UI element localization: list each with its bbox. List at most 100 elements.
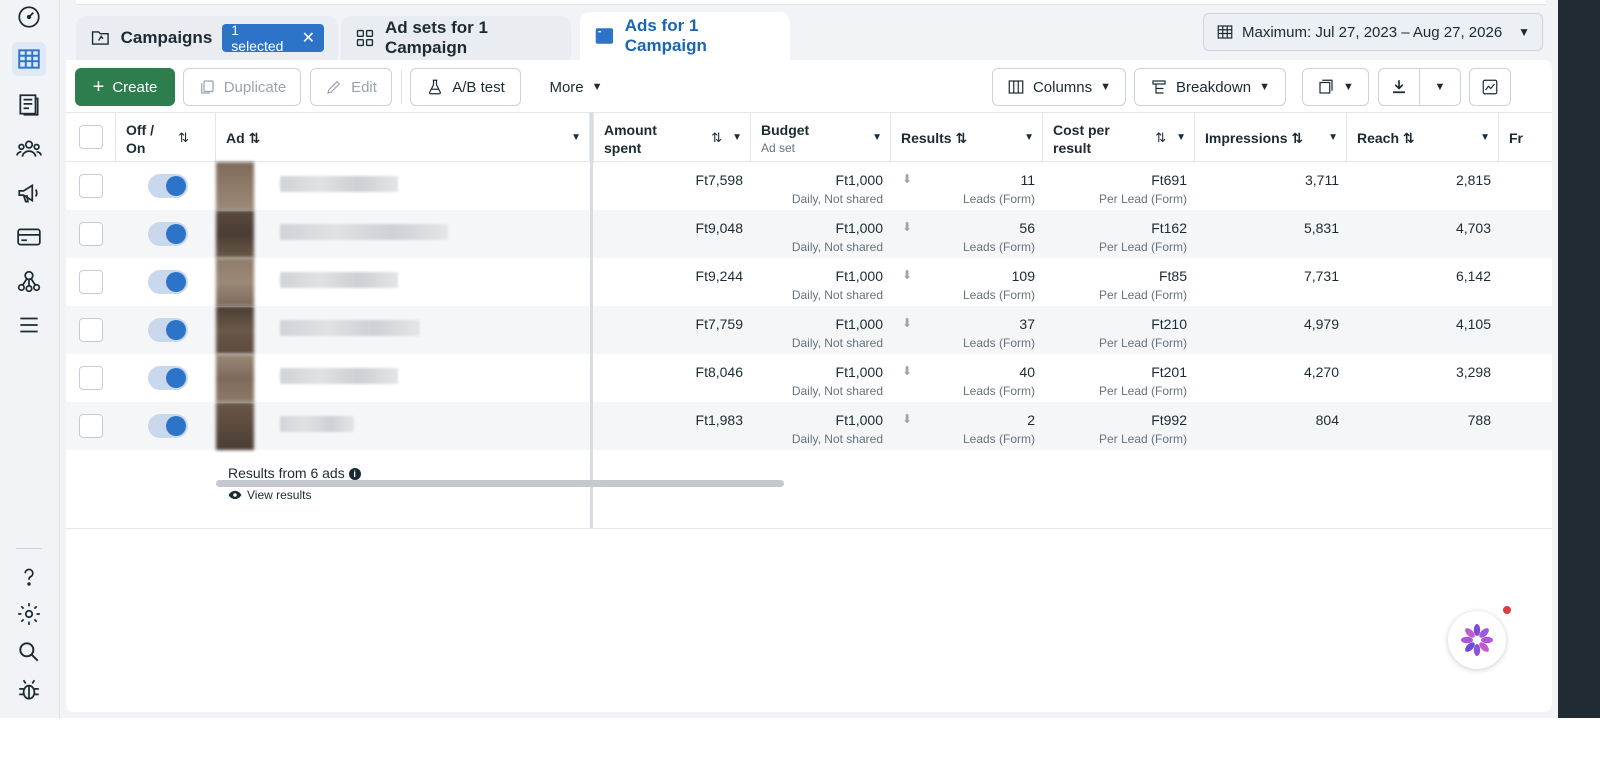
- column-header-cost-per-result[interactable]: Cost per result ⇅ ▼: [1043, 113, 1195, 163]
- reach-cell: 4,703: [1347, 210, 1491, 258]
- tab-adsets[interactable]: Ad sets for 1 Campaign: [341, 16, 571, 60]
- edit-button[interactable]: Edit: [310, 68, 392, 106]
- row-checkbox[interactable]: [79, 414, 103, 438]
- reports-dropdown-button[interactable]: ▼: [1302, 68, 1369, 106]
- row-checkbox[interactable]: [79, 174, 103, 198]
- sort-arrows-icon[interactable]: ⇅: [955, 130, 967, 146]
- dashboard-gauge-icon[interactable]: [12, 0, 46, 34]
- sort-arrows-icon[interactable]: ⇅: [711, 129, 722, 147]
- clear-selection-close-icon[interactable]: ✕: [302, 28, 315, 48]
- download-leads-icon[interactable]: ⬇: [902, 316, 912, 330]
- ad-name-redacted[interactable]: [280, 176, 398, 192]
- ad-name-redacted[interactable]: [280, 272, 398, 288]
- column-header-amount-spent[interactable]: Amount spent ⇅ ▼: [593, 113, 751, 163]
- column-header-impressions[interactable]: Impressions ⇅ ▼: [1195, 113, 1347, 163]
- chevron-down-icon[interactable]: ▼: [1480, 129, 1490, 147]
- info-icon[interactable]: i: [348, 468, 361, 480]
- ad-name-redacted[interactable]: [280, 368, 398, 384]
- ad-name-redacted[interactable]: [280, 224, 448, 240]
- sort-arrows-icon[interactable]: ⇅: [1403, 130, 1415, 146]
- ad-status-toggle[interactable]: [148, 174, 188, 198]
- row-checkbox[interactable]: [79, 366, 103, 390]
- ad-thumbnail[interactable]: [216, 402, 254, 450]
- chevron-down-icon[interactable]: ▼: [1420, 81, 1460, 93]
- sort-arrows-icon[interactable]: ⇅: [1155, 129, 1166, 147]
- column-header-ad[interactable]: Ad ⇅ ▼: [216, 113, 590, 163]
- download-icon[interactable]: [1379, 69, 1420, 105]
- frozen-column-divider[interactable]: [590, 112, 593, 528]
- tab-ads-label: Ads for 1 Campaign: [624, 16, 707, 55]
- ad-thumbnail[interactable]: [216, 306, 254, 354]
- ab-test-button[interactable]: A/B test: [410, 68, 521, 106]
- chevron-down-icon[interactable]: ▼: [1024, 129, 1034, 147]
- audiences-people-icon[interactable]: [12, 132, 46, 166]
- columns-button[interactable]: Columns ▼: [992, 68, 1126, 106]
- sort-arrows-icon[interactable]: ⇅: [178, 129, 189, 147]
- budget-type: Daily, Not shared: [791, 240, 883, 254]
- download-leads-icon[interactable]: ⬇: [902, 268, 912, 282]
- chevron-down-icon[interactable]: ▼: [1328, 129, 1338, 147]
- export-split-button[interactable]: ▼: [1378, 68, 1461, 106]
- select-all-checkbox[interactable]: [79, 125, 103, 149]
- sort-arrows-icon[interactable]: ⇅: [249, 130, 261, 146]
- download-leads-icon[interactable]: ⬇: [902, 220, 912, 234]
- ads-manager-table-icon[interactable]: [12, 42, 46, 76]
- tab-ads[interactable]: Ads for 1 Campaign: [580, 12, 790, 60]
- duplicate-button[interactable]: Duplicate: [183, 68, 301, 106]
- table-row[interactable]: Ft7,598 Ft1,000 Daily, Not shared 11 Leads (…: [66, 162, 1552, 210]
- ad-thumbnail[interactable]: [216, 162, 254, 210]
- column-header-truncated[interactable]: Fr: [1499, 113, 1552, 163]
- table-row[interactable]: Ft9,244 Ft1,000 Daily, Not shared 109 Leads …: [66, 258, 1552, 306]
- help-question-icon[interactable]: [12, 560, 46, 594]
- ad-name-redacted[interactable]: [280, 416, 354, 432]
- column-header-budget[interactable]: Budget Ad set ▼: [751, 113, 891, 163]
- chevron-down-icon[interactable]: ▼: [571, 129, 581, 147]
- chevron-down-icon[interactable]: ▼: [732, 129, 742, 147]
- charts-button[interactable]: [1469, 68, 1511, 106]
- search-icon[interactable]: [12, 635, 46, 669]
- column-header-reach[interactable]: Reach ⇅ ▼: [1347, 113, 1499, 163]
- download-leads-icon[interactable]: ⬇: [902, 172, 912, 186]
- more-menu-button[interactable]: More ▼: [534, 68, 618, 106]
- table-row[interactable]: Ft7,759 Ft1,000 Daily, Not shared 37 Leads (…: [66, 306, 1552, 354]
- row-checkbox[interactable]: [79, 318, 103, 342]
- business-network-icon[interactable]: [12, 264, 46, 298]
- ad-status-toggle[interactable]: [148, 222, 188, 246]
- date-range-picker[interactable]: Maximum: Jul 27, 2023 – Aug 27, 2026 ▼: [1203, 13, 1543, 51]
- chevron-down-icon[interactable]: ▼: [872, 129, 882, 147]
- download-leads-icon[interactable]: ⬇: [902, 364, 912, 378]
- ai-assistant-button[interactable]: [1448, 611, 1506, 669]
- download-leads-icon[interactable]: ⬇: [902, 412, 912, 426]
- row-checkbox[interactable]: [79, 270, 103, 294]
- billing-card-icon[interactable]: [12, 220, 46, 254]
- column-header-off-on[interactable]: Off / On ⇅: [116, 113, 216, 163]
- selected-count-badge[interactable]: 1 selected ✕: [222, 22, 324, 54]
- ad-thumbnail[interactable]: [216, 210, 254, 258]
- sort-arrows-icon[interactable]: ⇅: [1291, 130, 1303, 146]
- ad-status-toggle[interactable]: [148, 366, 188, 390]
- row-checkbox[interactable]: [79, 222, 103, 246]
- menu-hamburger-icon[interactable]: [12, 308, 46, 342]
- view-results-link[interactable]: View results: [228, 488, 311, 502]
- tab-campaigns[interactable]: Campaigns 1 selected ✕: [76, 16, 338, 60]
- table-row[interactable]: Ft8,046 Ft1,000 Daily, Not shared 40 Leads (…: [66, 354, 1552, 402]
- ad-thumbnail[interactable]: [216, 258, 254, 306]
- pages-icon[interactable]: [12, 88, 46, 122]
- breakdown-button[interactable]: Breakdown ▼: [1134, 68, 1286, 106]
- ad-status-toggle[interactable]: [148, 318, 188, 342]
- settings-gear-icon[interactable]: [12, 597, 46, 631]
- toggle-knob: [166, 272, 186, 292]
- budget-value: Ft1,000: [835, 172, 883, 188]
- column-header-results[interactable]: Results ⇅ ▼: [891, 113, 1043, 163]
- ad-status-toggle[interactable]: [148, 270, 188, 294]
- megaphone-icon[interactable]: [12, 176, 46, 210]
- ad-status-toggle[interactable]: [148, 414, 188, 438]
- chevron-down-icon[interactable]: ▼: [1176, 129, 1186, 147]
- ad-thumbnail[interactable]: [216, 354, 254, 402]
- ad-name-redacted[interactable]: [280, 320, 420, 336]
- table-row[interactable]: Ft1,983 Ft1,000 Daily, Not shared 2 Leads (F…: [66, 402, 1552, 450]
- create-button[interactable]: + Create: [75, 68, 175, 106]
- horizontal-scrollbar[interactable]: [216, 480, 784, 487]
- bug-report-icon[interactable]: [12, 673, 46, 707]
- table-row[interactable]: Ft9,048 Ft1,000 Daily, Not shared 56 Leads (…: [66, 210, 1552, 258]
